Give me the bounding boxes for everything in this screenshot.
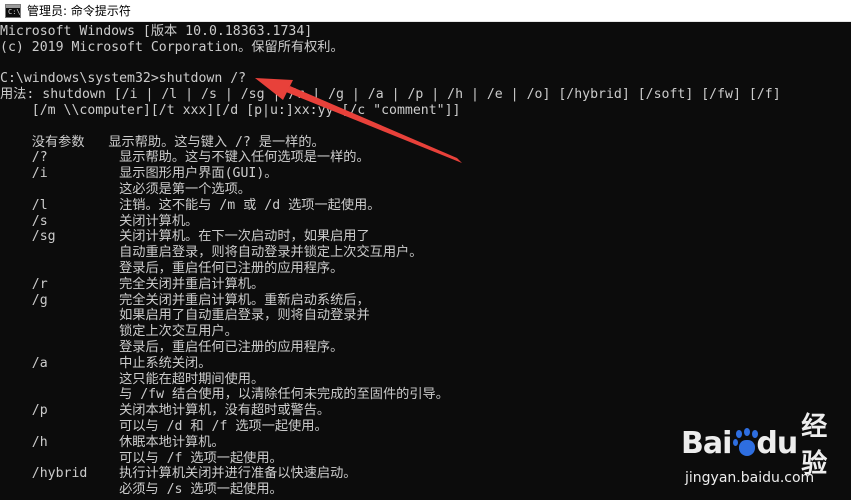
console-line: Microsoft Windows [版本 10.0.18363.1734] — [0, 24, 313, 39]
console-line: 如果启用了自动重启登录，则将自动登录并 — [0, 308, 370, 324]
console-line: /hybrid 执行计算机关闭并进行准备以快速启动。 — [0, 466, 357, 482]
console-output[interactable]: Microsoft Windows [版本 10.0.18363.1734] (c… — [0, 22, 851, 500]
console-line: /s 关闭计算机。 — [0, 213, 199, 229]
console-line: 可以与 /f 选项一起使用。 — [0, 450, 283, 466]
console-line: 可以与 /d 和 /f 选项一起使用。 — [0, 418, 328, 434]
window-title: 管理员: 命令提示符 — [27, 4, 131, 18]
console-line: 没有参数 显示帮助。这与键入 /? 是一样的。 — [0, 134, 325, 150]
console-line: /a 中止系统关闭。 — [0, 355, 212, 371]
console-line: 登录后，重启任何已注册的应用程序。 — [0, 260, 344, 276]
console-line: /r 完全关闭并重启计算机。 — [0, 276, 265, 292]
console-line: /l 注销。这不能与 /m 或 /d 选项一起使用。 — [0, 197, 381, 213]
console-line: /h 休眠本地计算机。 — [0, 434, 225, 450]
cmd-icon: C:\ — [5, 3, 21, 18]
console-line: /p 关闭本地计算机，没有超时或警告。 — [0, 403, 331, 419]
console-line: 用法: shutdown [/i | /l | /s | /sg | /r | … — [0, 87, 781, 103]
console-line: 登录后，重启任何已注册的应用程序。 — [0, 339, 344, 355]
console-line: /sg 关闭计算机。在下一次启动时，如果启用了 — [0, 229, 370, 245]
console-line: 这必须是第一个选项。 — [0, 181, 251, 197]
console-line: 必须与 /s 选项一起使用。 — [0, 482, 283, 498]
console-line: 自动重启登录，则将自动登录并锁定上次交互用户。 — [0, 245, 423, 261]
console-line: 与 /fw 结合使用，以清除任何未完成的至固件的引导。 — [0, 387, 449, 403]
console-line: /i 显示图形用户界面(GUI)。 — [0, 166, 278, 182]
window-titlebar[interactable]: C:\ 管理员: 命令提示符 — [0, 0, 851, 22]
console-line: /g 完全关闭并重启计算机。重新启动系统后， — [0, 292, 370, 308]
console-line: /? 显示帮助。这与不键入任何选项是一样的。 — [0, 150, 370, 166]
console-line: 这只能在超时期间使用。 — [0, 371, 265, 387]
console-line: (c) 2019 Microsoft Corporation。保留所有权利。 — [0, 39, 344, 55]
console-line: 锁定上次交互用户。 — [0, 324, 238, 340]
console-line: C:\windows\system32>shutdown /? — [0, 71, 247, 87]
console-line: [/m \\computer][/t xxx][/d [p|u:]xx:yy [… — [0, 102, 461, 118]
